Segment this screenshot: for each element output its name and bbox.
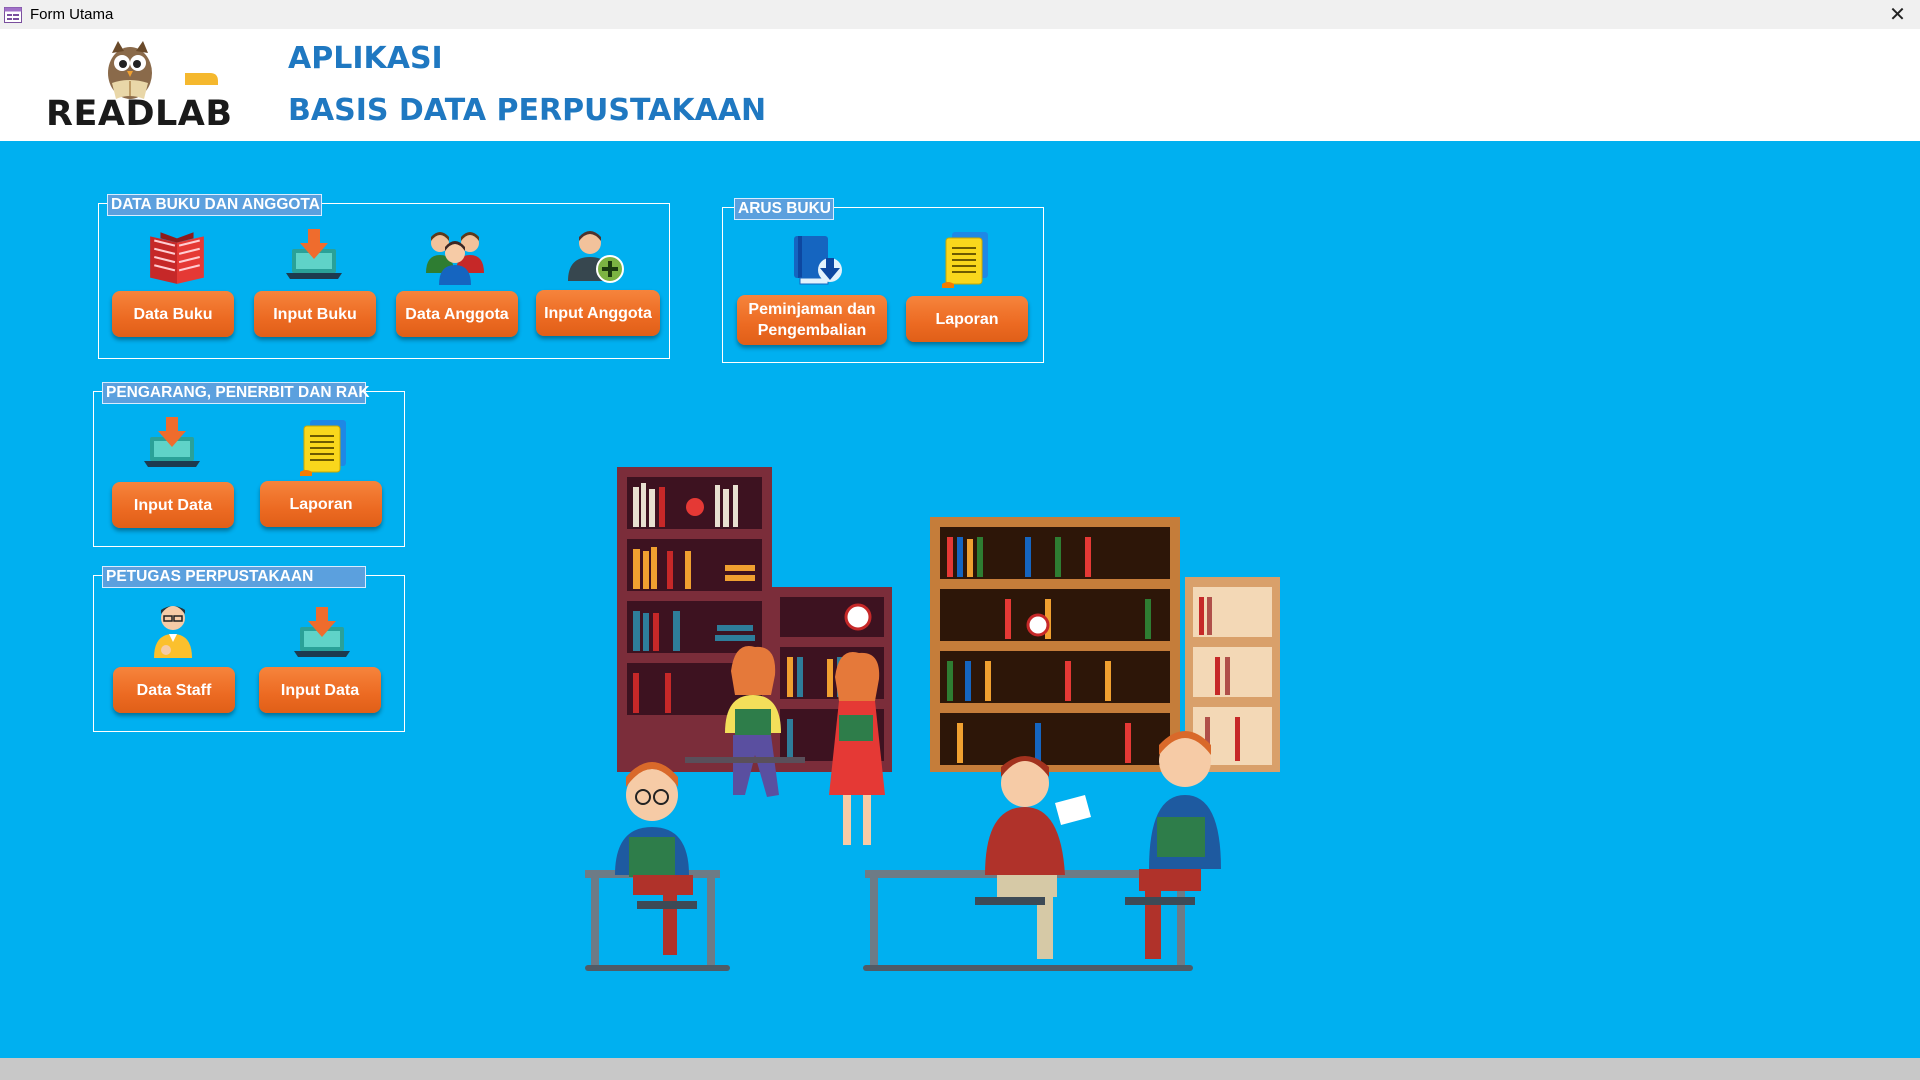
book-icon (150, 232, 204, 284)
input-data-staff-button[interactable]: Input Data (259, 667, 381, 713)
group-label-arus-buku: ARUS BUKU (734, 198, 834, 220)
report-document-icon (300, 420, 346, 476)
page-title: APLIKASI (288, 41, 443, 76)
laptop-download-icon (286, 229, 342, 279)
close-icon[interactable]: ✕ (1875, 0, 1920, 29)
add-user-icon (568, 231, 624, 283)
form-app-icon (4, 6, 22, 23)
group-label-data-buku-anggota: DATA BUKU DAN ANGGOTA (107, 194, 322, 216)
data-anggota-button[interactable]: Data Anggota (396, 291, 518, 337)
window-titlebar: Form Utama ✕ (0, 0, 1920, 29)
input-data-pengarang-button[interactable]: Input Data (112, 482, 234, 528)
group-label-pengarang-penerbit-rak: PENGARANG, PENERBIT DAN RAK (102, 382, 370, 404)
pengembalian-label: Pengembalian (757, 322, 867, 339)
laptop-download-icon (294, 607, 350, 657)
window-title: Form Utama (30, 6, 114, 23)
laporan-pengarang-label: Laporan (289, 495, 353, 513)
peminjaman-label: Peminjaman dan (748, 301, 876, 318)
book-download-icon (794, 236, 842, 285)
data-staff-button[interactable]: Data Staff (113, 667, 235, 713)
report-document-icon (942, 232, 988, 288)
input-buku-button[interactable]: Input Buku (254, 291, 376, 337)
input-anggota-button[interactable]: Input Anggota (536, 290, 660, 336)
app-header: READLAB APLIKASI BASIS DATA PERPUSTAKAAN (0, 29, 1920, 141)
page-subtitle: BASIS DATA PERPUSTAKAAN (288, 93, 767, 128)
window-bottom-strip (0, 1058, 1920, 1080)
laporan-arus-buku-button[interactable]: Laporan (906, 296, 1028, 342)
input-data-staff-label: Input Data (280, 681, 360, 699)
input-buku-label: Input Buku (273, 305, 357, 323)
data-anggota-label: Data Anggota (405, 305, 509, 323)
data-buku-label: Data Buku (133, 305, 213, 323)
data-buku-button[interactable]: Data Buku (112, 291, 234, 337)
group-label-petugas-perpustakaan: PETUGAS PERPUSTAKAAN (102, 566, 366, 588)
staff-person-icon (154, 606, 192, 658)
input-data-pengarang-label: Input Data (133, 496, 213, 514)
logo-text: READLAB (46, 94, 233, 134)
people-group-icon (426, 232, 484, 285)
input-anggota-label: Input Anggota (544, 304, 652, 322)
library-illustration (585, 467, 1280, 971)
peminjaman-pengembalian-button[interactable]: Peminjaman dan Pengembalian (737, 295, 887, 345)
laptop-download-icon (144, 417, 200, 467)
data-staff-label: Data Staff (136, 681, 212, 699)
laporan-pengarang-button[interactable]: Laporan (260, 481, 382, 527)
laporan-arus-buku-label: Laporan (935, 310, 999, 328)
